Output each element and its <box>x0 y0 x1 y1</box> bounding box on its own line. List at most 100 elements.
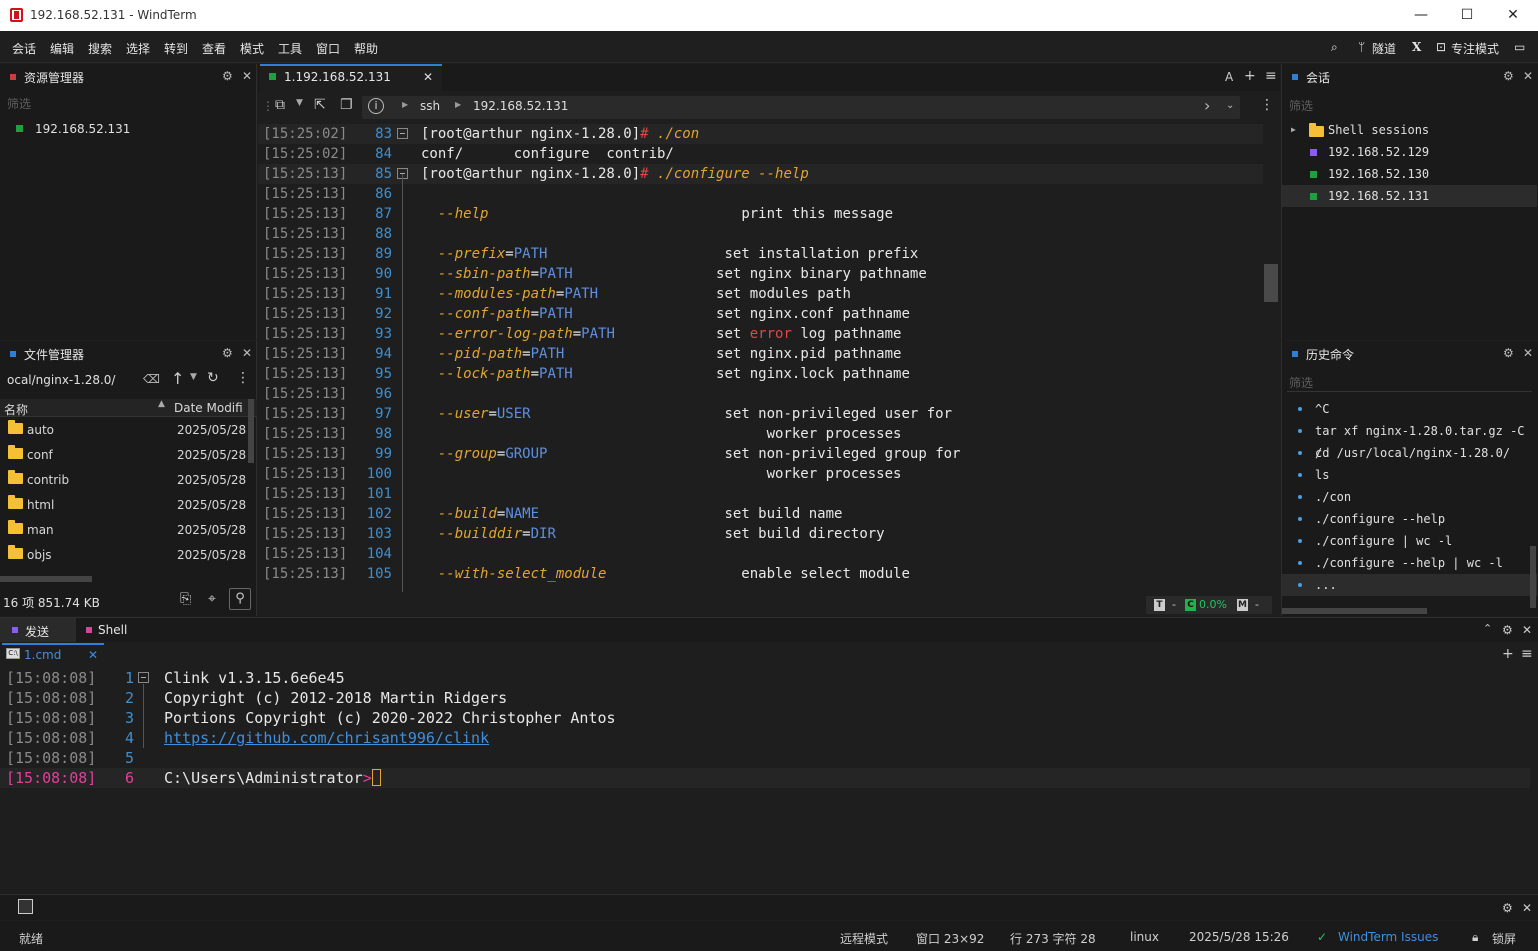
history-item[interactable]: tar xf nginx-1.28.0.tar.gz -C / <box>1282 420 1537 460</box>
menu-view[interactable]: 查看 <box>202 40 226 57</box>
file-row[interactable]: auto 2025/05/28 <box>0 417 257 442</box>
layout-icon[interactable]: ▭ <box>1514 40 1525 54</box>
tab-close-icon[interactable]: ✕ <box>88 648 98 662</box>
close-icon[interactable]: ✕ <box>1522 623 1532 637</box>
gear-icon[interactable]: ⚙ <box>222 346 233 360</box>
session-item[interactable]: 192.168.52.130 <box>1282 163 1537 185</box>
gear-icon[interactable]: ⚙ <box>1503 346 1514 360</box>
refresh-icon[interactable]: ↻ <box>207 370 219 386</box>
history-item[interactable]: ^C <box>1282 398 1537 420</box>
transfer-icon[interactable]: ⎘ <box>180 591 191 607</box>
gear-icon[interactable]: ⚙ <box>1503 69 1514 83</box>
vertical-scrollbar[interactable] <box>248 399 254 463</box>
issues-link[interactable]: WindTerm Issues <box>1338 930 1438 944</box>
drag-handle-icon[interactable]: ⋮ <box>262 99 274 113</box>
new-tab-button[interactable]: + <box>1244 68 1256 84</box>
sessions-filter-input[interactable]: 筛选 <box>1289 97 1313 114</box>
menu-goto[interactable]: 转到 <box>164 40 188 57</box>
tab-menu-button[interactable]: ≡ <box>1521 646 1533 662</box>
chevron-right-icon[interactable]: ▶ <box>1291 119 1296 141</box>
up-arrow-icon[interactable]: ↑ <box>171 369 184 388</box>
history-item[interactable]: ./configure --help | wc -l <box>1282 552 1537 574</box>
history-item[interactable]: ./configure | wc -l <box>1282 530 1537 552</box>
history-item[interactable]: ./configure --help <box>1282 508 1537 530</box>
close-icon[interactable]: ✕ <box>242 346 252 360</box>
more-icon[interactable]: ⋮ <box>1260 97 1274 113</box>
horizontal-scrollbar[interactable] <box>0 576 92 582</box>
new-tab-button[interactable]: + <box>1502 646 1514 662</box>
explorer-filter-input[interactable]: 筛选 <box>7 95 31 112</box>
status-remote-mode[interactable]: 远程模式 <box>840 930 888 947</box>
more-icon[interactable]: ⋮ <box>236 370 250 386</box>
address-input[interactable]: i ▶ ssh ▶ 192.168.52.131 › ⌄ <box>362 96 1240 119</box>
open-session-icon[interactable]: ⇱ <box>314 97 326 113</box>
fold-toggle-icon[interactable] <box>138 672 149 683</box>
history-item[interactable]: ls <box>1282 464 1537 486</box>
lock-icon[interactable]: 🔒︎ <box>1472 930 1478 945</box>
file-row[interactable]: objs 2025/05/28 <box>0 542 257 567</box>
shell-output[interactable]: [15:08:08] 1 Clink v1.3.15.6e6e45 [15:08:08… <box>0 668 1538 888</box>
fold-toggle-icon[interactable] <box>397 128 408 139</box>
horizontal-scrollbar[interactable] <box>1282 608 1427 614</box>
chevron-down-icon[interactable]: ⌄ <box>1226 100 1234 111</box>
sync-path-icon[interactable]: ⚲ <box>229 588 251 610</box>
column-date[interactable]: Date Modifi <box>174 401 243 415</box>
terminal-output[interactable]: [15:25:02] 83 [root@arthur nginx-1.28.0]# … <box>258 124 1280 592</box>
close-icon[interactable]: ✕ <box>1522 901 1532 915</box>
menu-tools[interactable]: 工具 <box>278 40 302 57</box>
duplicate-icon[interactable]: ❐ <box>340 97 353 113</box>
menu-select[interactable]: 选择 <box>126 40 150 57</box>
history-item[interactable]: cd /usr/local/nginx-1.28.0/ <box>1282 442 1537 464</box>
tab-send[interactable]: 发送 <box>0 618 76 642</box>
file-row[interactable]: man 2025/05/28 <box>0 517 257 542</box>
focus-mode-icon[interactable]: ⊡ <box>1436 40 1446 54</box>
tab-close-icon[interactable]: ✕ <box>423 70 433 84</box>
menu-window[interactable]: 窗口 <box>316 40 340 57</box>
chevron-right-icon[interactable]: › <box>1204 96 1210 115</box>
gear-icon[interactable]: ⚙ <box>1502 623 1513 637</box>
terminal-scrollbar[interactable] <box>1264 264 1278 302</box>
font-size-button[interactable]: A <box>1225 70 1233 84</box>
history-item[interactable]: ... <box>1282 574 1537 596</box>
gear-icon[interactable]: ⚙ <box>222 69 233 83</box>
tab-cmd[interactable]: C:\ 1.cmd ✕ <box>2 643 104 665</box>
issues-icon[interactable]: ✓ <box>1317 930 1327 944</box>
menu-mode[interactable]: 模式 <box>240 40 264 57</box>
menu-help[interactable]: 帮助 <box>354 40 378 57</box>
explorer-item[interactable]: 192.168.52.131 <box>0 118 256 140</box>
session-item-selected[interactable]: 192.168.52.131 <box>1282 185 1537 207</box>
focus-mode-button[interactable]: 专注模式 <box>1451 40 1499 57</box>
status-os[interactable]: linux <box>1130 930 1159 944</box>
chevron-down-icon[interactable]: ▼ <box>296 98 303 108</box>
history-filter-input[interactable]: 筛选 <box>1289 374 1313 391</box>
minimize-button[interactable]: — <box>1398 0 1444 31</box>
info-icon[interactable]: i <box>368 98 384 114</box>
tab-shell[interactable]: Shell <box>76 618 146 642</box>
lock-screen-button[interactable]: 锁屏 <box>1492 930 1516 947</box>
close-icon[interactable]: ✕ <box>1523 69 1533 83</box>
history-item[interactable]: ./con <box>1282 486 1537 508</box>
status-position[interactable]: 行 273 字符 28 <box>1010 930 1096 947</box>
column-name[interactable]: 名称 <box>4 401 28 418</box>
file-row[interactable]: conf 2025/05/28 <box>0 442 257 467</box>
file-row[interactable]: contrib 2025/05/28 <box>0 467 257 492</box>
address-protocol[interactable]: ssh <box>420 99 440 113</box>
maximize-button[interactable]: ☐ <box>1444 0 1490 31</box>
menu-session[interactable]: 会话 <box>12 40 36 57</box>
close-icon[interactable]: ✕ <box>1523 346 1533 360</box>
status-window-size[interactable]: 窗口 23×92 <box>916 930 984 947</box>
path-input[interactable]: ocal/nginx-1.28.0/ <box>7 373 115 387</box>
new-session-icon[interactable]: ⧉ <box>275 97 285 113</box>
gear-icon[interactable]: ⚙ <box>1502 901 1513 915</box>
close-icon[interactable]: ✕ <box>242 69 252 83</box>
search-icon[interactable]: ⌕ <box>1331 40 1338 55</box>
menu-search[interactable]: 搜索 <box>88 40 112 57</box>
file-row[interactable]: html 2025/05/28 <box>0 492 257 517</box>
tunnel-icon[interactable]: ᛘ <box>1358 40 1365 54</box>
location-pin-icon[interactable]: ⌖ <box>208 591 216 607</box>
address-host[interactable]: 192.168.52.131 <box>473 99 568 113</box>
x-button[interactable]: X <box>1412 40 1421 54</box>
console-icon[interactable] <box>18 899 33 914</box>
clear-path-icon[interactable]: ⌫ <box>143 372 160 386</box>
session-group[interactable]: ▶ Shell sessions <box>1282 119 1537 141</box>
